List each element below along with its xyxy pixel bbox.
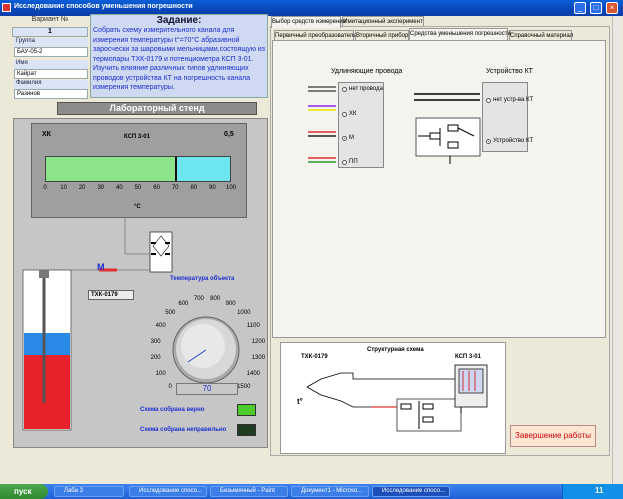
temperature-knob[interactable] [170,314,242,384]
surname-field[interactable]: Разинов [14,89,88,99]
taskbar-item-study-2[interactable]: Исследование спосо... [372,486,450,497]
dial-value: 70 [176,383,238,395]
meter-class: 0,5 [224,131,234,138]
object-temp-label: Температура объекта [170,276,235,282]
kt-title: Устройство КТ [486,68,533,75]
maximize-button[interactable]: □ [590,2,602,14]
taskbar-item-study-1[interactable]: Исследование спосо... [129,486,207,497]
meter-type: ХК [42,131,51,138]
dial-tick-label: 300 [150,338,161,345]
wire-option-pp-radio[interactable] [342,160,347,165]
dial-tick-label: 800 [210,295,221,302]
dial-tick-label: 1400 [246,370,261,377]
lab-stand-title: Лабораторный стенд [57,102,257,115]
name-field[interactable]: Кайрат [14,69,88,79]
dial-tick-label: 900 [225,300,236,307]
dial-tick-label: 1200 [251,338,266,345]
scale-tick-label: 0 [43,185,47,191]
dial-tick-label: 1100 [246,323,260,330]
tab-error-reduction[interactable]: Средства уменьшения погрешности [409,28,511,40]
clock: 11 [595,486,604,495]
led-bad-label: Схема собрана неправильно [140,427,227,433]
system-tray: 11 [562,484,623,499]
dial-tick-label: 400 [155,323,166,330]
liquid-icon [24,355,70,429]
tab-measurement-selection[interactable]: Выбор средств измерения [271,16,346,28]
scale-tick-label: 70 [171,185,179,191]
scale-tick-label: 80 [190,185,198,191]
scale-tick-label: 50 [134,185,142,191]
led-ok-label: Схема собрана верно [140,407,205,413]
kt-option-none-radio[interactable] [486,98,491,103]
led-ok-indicator [237,404,256,416]
minimize-button[interactable]: _ [574,2,586,14]
dial-tick-label: 100 [155,370,166,377]
scale-tick-label: 100 [225,185,237,191]
tab-primary-converter[interactable]: Первичный преобразователь [274,30,356,40]
scheme-drawing [306,364,488,432]
task-title: Задание: [156,15,202,26]
taskbar-item-document[interactable]: Документ1 - Microso... [291,486,369,497]
scale-tick-label: 60 [153,185,160,191]
variant-label: Вариант № [31,16,69,23]
dial-tick-label: 200 [150,355,161,362]
dial-tick-label: 600 [178,300,189,307]
wire-tag: М [97,262,105,272]
kt-option-none[interactable]: нет устр-ва КТ [493,97,533,103]
dial-tick-label: 700 [193,295,204,302]
taskbar-item-lab[interactable]: Лаба 3 [54,486,124,497]
scale-tick-label: 30 [97,185,105,191]
wire-option-hk[interactable]: ХК [349,111,357,117]
scale-tick-label: 40 [116,185,123,191]
surname-label: Фамилия [14,80,88,89]
kt-bridge-icon [149,231,173,273]
tab-secondary-device[interactable]: Вторичный прибор [355,30,409,40]
group-field[interactable]: БАУ-05-2 [14,47,88,57]
taskbar-item-paint[interactable]: Безымянный - Paint [210,486,288,497]
app-icon [2,3,11,12]
variant-field[interactable]: 1 [12,27,88,37]
wire-option-m[interactable]: М [349,135,354,141]
task-panel: Задание: Собрать схему измерительного ка… [90,14,268,98]
window-title: Исследование способов уменьшения погрешн… [14,3,193,10]
potentiometer-panel: ХК КСП 3-01 0,5 0 10 20 30 40 50 60 70 80 90 100 °… [31,123,247,218]
scale-tick-label: 20 [78,185,86,191]
tab-simulation[interactable]: Имитационный эксперимент [342,16,424,26]
scale-tick-label: 10 [60,185,67,191]
name-label: Имя [14,60,88,69]
wire-samples [308,86,336,163]
tab-reference[interactable]: Справочный материал [509,30,573,40]
wire-option-hk-radio[interactable] [342,112,347,117]
kt-option-device[interactable]: Устройство КТ [493,138,533,144]
meter-model: КСП 3-01 [124,134,150,140]
scale-bar [45,156,231,182]
sensor-tag: ТХК-0179 [88,290,134,300]
scale-fill [46,157,177,181]
scale-unit: °C [134,204,141,210]
start-button[interactable]: пуск [0,484,48,499]
close-button[interactable]: × [606,2,618,14]
wires-title: Удлиняющие провода [331,68,403,75]
wire-option-pp[interactable]: ПП [349,159,358,165]
dial-tick-label: 1500 [237,383,251,390]
kt-option-device-radio[interactable] [486,139,491,144]
dial-tick-label: 1300 [251,355,266,362]
task-text: Собрать схему измерительного канала для … [93,27,266,91]
scale-tick-label: 90 [209,185,216,191]
structural-scheme-panel: Структурная схема ТХК-0179 КСП 3-01 t° [280,342,506,454]
led-bad-indicator [237,424,256,436]
wires-option-group: нет провода ХК М ПП [338,82,384,168]
dial-tick-label: 0 [168,383,172,390]
kt-option-group: нет устр-ва КТ Устройство КТ [482,82,533,152]
wire-option-m-radio[interactable] [342,136,347,141]
scale-ticks: 0 10 20 30 40 50 60 70 80 90 100 [43,182,236,200]
vertical-scrollbar[interactable] [612,16,622,484]
finish-work-button[interactable]: Завершение работы [510,425,596,447]
wire-option-none-radio[interactable] [342,87,347,92]
kt-schematic-icon [414,93,481,164]
group-label: Группа [14,38,88,47]
wire-option-none[interactable]: нет провода [349,86,383,92]
